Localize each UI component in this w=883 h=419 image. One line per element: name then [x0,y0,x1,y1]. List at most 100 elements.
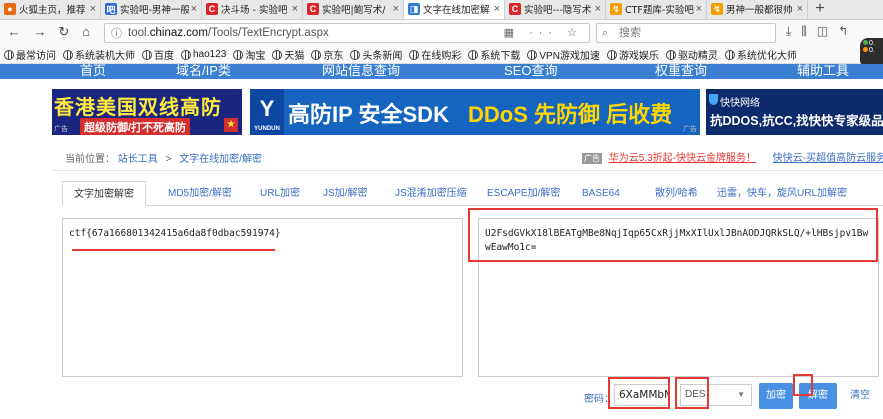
search-input[interactable]: ⌕ 搜索 [596,23,776,43]
address-bar[interactable]: ⓘ tool. chinaz.com/Tools/TextEncrypt.aspx… [104,23,590,43]
banner-yundun[interactable]: Y YUNDUN 高防IP 安全SDK DDoS 先防御 后收费 广告 [250,89,700,135]
globe-icon [63,49,73,60]
browser-tab[interactable]: C 实验吧|鲍写术/ × [303,0,404,19]
forward-icon[interactable]: → [30,24,50,39]
new-tab-button[interactable]: + [808,0,832,19]
close-icon[interactable]: × [393,3,399,15]
tool-tab[interactable]: MD5加密/解密 [168,181,232,206]
toolbar-right: ⤓ ⫼ ◫ ↰ [786,24,848,39]
bookmark-item[interactable]: 系统优化大师 [724,47,797,62]
tool-tab[interactable]: ESCAPE加/解密 [487,181,560,206]
reload-icon[interactable]: ↻ [54,24,74,40]
tool-tab[interactable]: URL加密 [260,181,300,206]
browser-tab[interactable]: 吧实验吧-男神一般 × [101,0,202,19]
tab-favicon-icon: C [206,3,218,15]
url-path: /Tools/TextEncrypt.aspx [207,27,329,39]
banner-kuaikuai[interactable]: 快快网络 抗DDOS,抗CC,找快快专家级品牌 [706,89,883,135]
globe-icon [665,49,676,60]
encrypt-button[interactable]: 加密 [759,383,793,409]
close-icon[interactable]: × [191,3,197,15]
info-icon[interactable]: ⓘ [111,25,122,41]
tool-tab[interactable]: BASE64 [582,181,620,206]
bookmark-label: 系统装机大师 [75,51,135,62]
browser-tab[interactable]: ↯ 男神一般都很帅 × [707,0,808,19]
bookmark-item[interactable]: 百度 [142,47,174,62]
banner-title: 抗DDOS,抗CC,找快快专家级品牌 [710,114,883,128]
site-nav-item[interactable]: 权重查询 [655,64,707,79]
globe-icon [724,49,735,60]
banner-title: 香港美国双线高防 [54,97,222,119]
tool-tab[interactable]: 散列/哈希 [655,181,698,206]
browser-tab[interactable]: C 决斗场 - 实验吧 × [202,0,303,19]
extension-icon[interactable]: ↰ [838,24,848,39]
close-icon[interactable]: × [90,3,96,15]
back-icon[interactable]: ← [4,24,24,39]
sidebar-icon[interactable]: ◫ [817,24,828,39]
bookmark-item[interactable]: 系统装机大师 [63,47,135,62]
input-textarea[interactable]: ctf{67a166801342415a6da8f0dbac591974} [62,218,463,377]
tool-tab[interactable]: 迅雷，快车，旋风URL加解密 [717,181,847,206]
tab-label: 文字在线加密解 [423,5,490,16]
star-icon: ★ [224,118,238,132]
bookmark-item[interactable]: hao123 [181,49,226,60]
highlight-box-decrypt [793,374,813,396]
globe-icon [142,49,152,60]
close-icon[interactable]: × [696,3,702,15]
banner-brand: 快快网络 [720,98,760,109]
bookmark-label: 系统优化大师 [736,51,797,62]
bookmark-item[interactable]: 系统下载 [468,47,520,62]
browser-tab-bar: ● 火狐主页，推荐 × 吧实验吧-男神一般 × C 决斗场 - 实验吧 × C 实验吧|鲍写术/×… [0,0,883,20]
bookmark-item[interactable]: 游戏娱乐 [606,47,659,62]
bookmark-item[interactable]: 头条新闻 [350,47,402,62]
bookmark-item[interactable]: 天猫 [272,47,304,62]
tab-favicon-icon: 吧 [105,3,117,15]
close-icon[interactable]: × [494,3,500,15]
bookmark-label: 京东 [323,51,344,62]
tool-tab[interactable]: 文字加密解密 [62,181,146,206]
search-icon: ⌕ [602,27,609,39]
browser-toolbar: ← → ↻ ⌂ ⓘ tool. chinaz.com/Tools/TextEncr… [0,20,883,46]
site-nav-item[interactable]: 辅助工具 [797,64,849,79]
tab-label: 实验吧|鲍写术/ [322,5,386,16]
bookmark-item[interactable]: 淘宝 [233,47,265,62]
bookmark-label: 淘宝 [245,51,266,62]
library-icon[interactable]: ⫼ [801,24,807,39]
bookmark-item[interactable]: 京东 [311,47,343,62]
browser-tab[interactable]: ◨ 文字在线加密解 × [404,0,505,19]
tab-label: 实验吧-男神一般 [120,5,189,16]
banner-hk-us-ddos[interactable]: 香港美国双线高防 超级防御/打不死高防 广告 ★ [52,89,242,135]
close-icon[interactable]: × [292,3,298,15]
close-icon[interactable]: × [797,3,803,15]
browser-tab[interactable]: C 实验吧---隐写术 × [505,0,606,19]
site-nav-item[interactable]: 域名/IP类 [176,64,231,79]
tool-tab[interactable]: JS混淆加密压缩 [395,181,467,206]
chevron-down-icon: ▼ [737,390,745,399]
tab-favicon-icon: C [307,3,319,15]
bookmark-label: 百度 [154,51,174,62]
tab-label: 男神一般都很帅 [726,5,793,16]
breadcrumb-current-link[interactable]: 文字在线加密/解密 [179,154,262,165]
site-nav-item[interactable]: 首页 [80,64,106,79]
download-icon[interactable]: ⤓ [786,24,791,39]
site-nav-item[interactable]: SEO查询 [504,64,557,79]
breadcrumb-separator: > [165,154,172,165]
tool-tab[interactable]: JS加/解密 [323,181,367,206]
site-nav-item[interactable]: 网站信息查询 [322,64,400,79]
bookmark-item[interactable]: 在线购彩 [409,47,461,62]
page-actions-icons[interactable]: ▦ ··· ☆ [504,26,583,39]
browser-tab[interactable]: ↯ CTF题库-实验吧 × [606,0,707,19]
promo-link-huawei[interactable]: 华为云5.3折起-快快云金牌服务！ [609,153,756,164]
clear-button[interactable]: 清空 [842,383,878,409]
browser-tab[interactable]: ● 火狐主页，推荐 × [0,0,101,19]
breadcrumb: 当前位置： 站长工具 > 文字在线加密/解密 [65,150,262,165]
home-icon[interactable]: ⌂ [76,24,96,39]
bookmark-item[interactable]: 最常访问 [4,47,56,62]
bookmark-item[interactable]: VPN游戏加速 [527,47,600,62]
highlight-box-algorithm [675,377,709,409]
ad-label: 广告 [54,126,68,133]
breadcrumb-root-link[interactable]: 站长工具 [118,154,158,165]
bookmark-item[interactable]: 驱动精灵 [665,47,718,62]
globe-icon [350,49,361,60]
promo-link-kuaikuai[interactable]: 快快云-买超值高防云服务器！ [773,153,883,164]
close-icon[interactable]: × [595,3,601,15]
